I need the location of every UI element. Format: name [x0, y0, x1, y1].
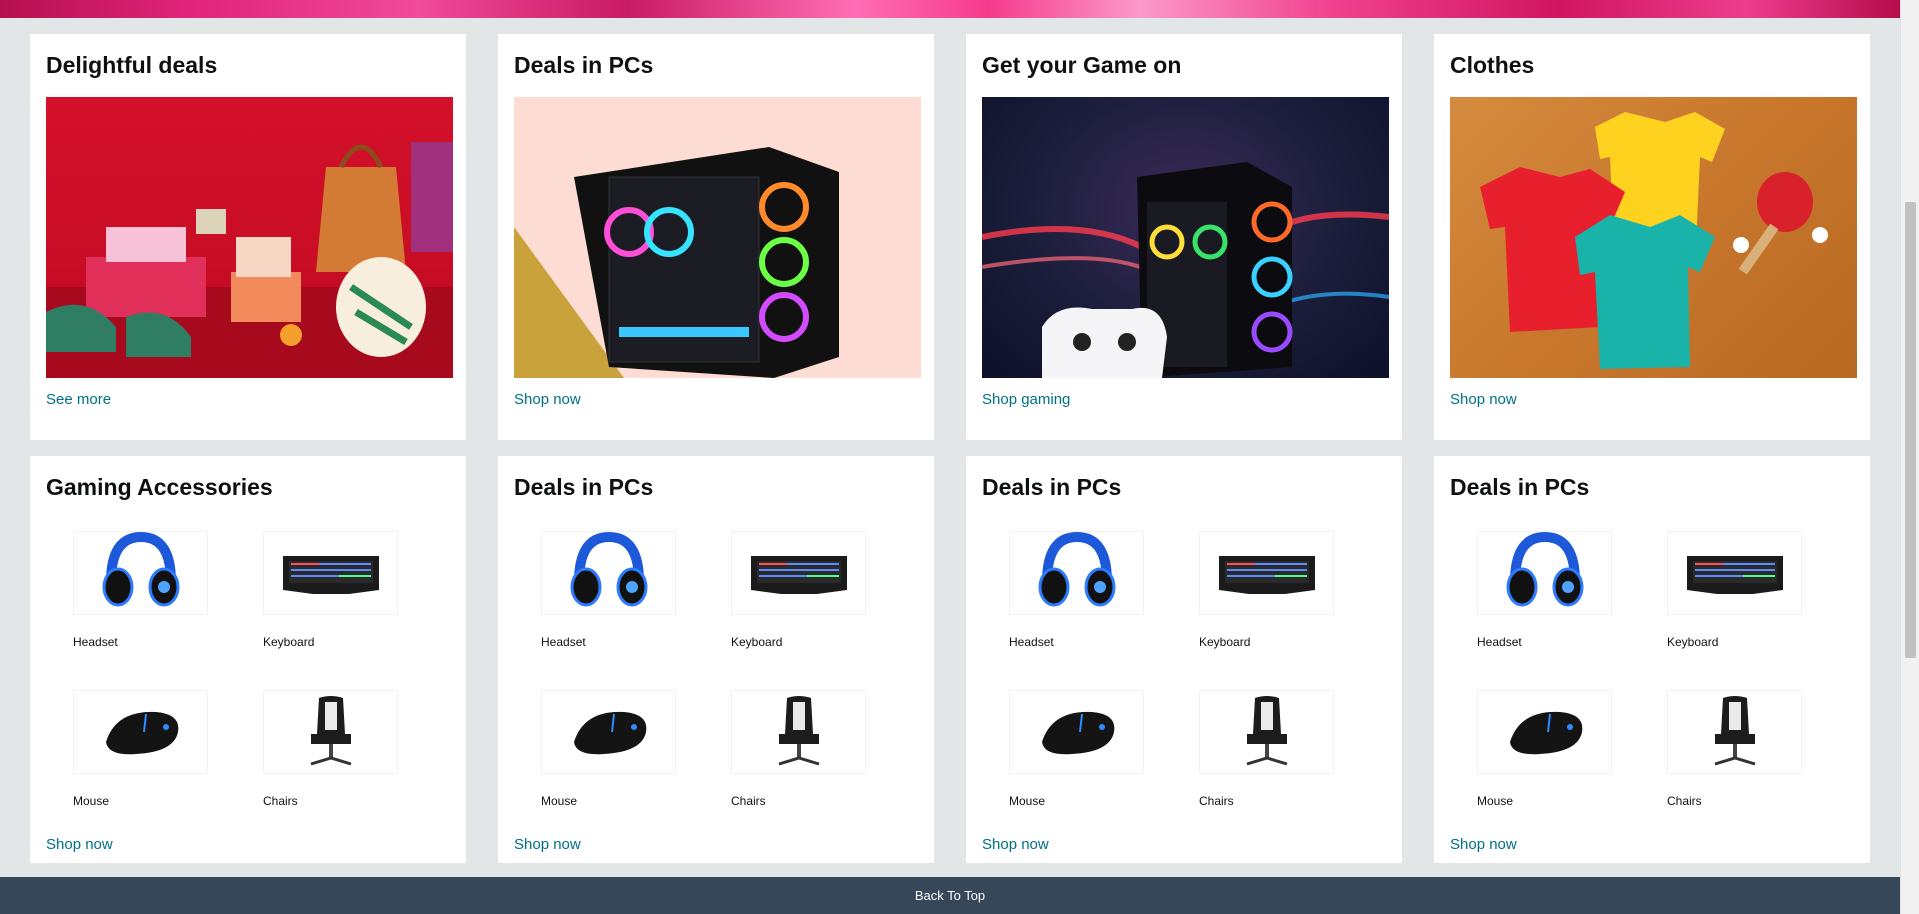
tile-mouse[interactable]: Mouse — [1450, 690, 1640, 808]
keyboard-icon[interactable] — [731, 531, 866, 615]
tile-headset[interactable]: Headset — [514, 531, 704, 649]
tile-label: Chairs — [1199, 794, 1234, 808]
tile-headset[interactable]: Headset — [982, 531, 1172, 649]
shop-gaming-link[interactable]: Shop gaming — [982, 391, 1070, 408]
tile-keyboard[interactable]: Keyboard — [1172, 531, 1362, 649]
tile-label: Mouse — [1009, 794, 1046, 808]
tile-keyboard[interactable]: Keyboard — [236, 531, 426, 649]
back-to-top-button[interactable]: Back To Top — [0, 877, 1900, 914]
card-deals-in-pcs-2: Deals in PCs Headset Keyboard Mouse Chai… — [498, 456, 934, 863]
gaming-chair-icon[interactable] — [1667, 690, 1802, 774]
card-title: Deals in PCs — [514, 474, 654, 500]
card-title: Clothes — [1450, 52, 1535, 78]
mouse-icon[interactable] — [1009, 690, 1144, 774]
card-title: Delightful deals — [46, 52, 218, 78]
tile-mouse[interactable]: Mouse — [514, 690, 704, 808]
shop-now-link[interactable]: Shop now — [1450, 391, 1517, 408]
card-title: Deals in PCs — [1450, 474, 1590, 500]
tile-chairs[interactable]: Chairs — [236, 690, 426, 808]
headset-icon[interactable] — [541, 531, 676, 615]
gift-products-image[interactable] — [46, 96, 453, 378]
tile-chairs[interactable]: Chairs — [1172, 690, 1362, 808]
tile-label: Headset — [73, 635, 118, 649]
tile-label: Keyboard — [1199, 635, 1251, 649]
mouse-icon[interactable] — [1477, 690, 1612, 774]
tile-label: Headset — [1009, 635, 1054, 649]
card-title: Deals in PCs — [514, 52, 654, 78]
gaming-chair-icon[interactable] — [1199, 690, 1334, 774]
tile-label: Chairs — [1667, 794, 1702, 808]
mouse-icon[interactable] — [73, 690, 208, 774]
tile-label: Chairs — [731, 794, 766, 808]
tile-chairs[interactable]: Chairs — [1640, 690, 1830, 808]
headset-icon[interactable] — [1009, 531, 1144, 615]
keyboard-icon[interactable] — [1199, 531, 1334, 615]
mouse-icon[interactable] — [541, 690, 676, 774]
card-clothes: Clothes Shop now — [1434, 34, 1870, 440]
hero-banner-strip[interactable] — [0, 0, 1900, 18]
card-gaming-accessories: Gaming Accessories Headset Keyboard Mous… — [30, 456, 466, 863]
tile-label: Mouse — [1477, 794, 1514, 808]
shop-now-link[interactable]: Shop now — [1450, 836, 1517, 853]
gaming-chair-icon[interactable] — [731, 690, 866, 774]
tile-label: Keyboard — [263, 635, 315, 649]
card-deals-in-pcs-4: Deals in PCs Headset Keyboard Mouse Chai… — [1434, 456, 1870, 863]
card-get-your-game-on: Get your Game on Shop gaming — [966, 34, 1402, 440]
tile-keyboard[interactable]: Keyboard — [704, 531, 894, 649]
card-title: Deals in PCs — [982, 474, 1122, 500]
tshirts-image[interactable] — [1450, 96, 1857, 378]
headset-icon[interactable] — [73, 531, 208, 615]
shop-now-link[interactable]: Shop now — [514, 836, 581, 853]
tile-chairs[interactable]: Chairs — [704, 690, 894, 808]
keyboard-icon[interactable] — [1667, 531, 1802, 615]
card-deals-in-pcs: Deals in PCs Shop now — [498, 34, 934, 440]
card-deals-in-pcs-3: Deals in PCs Headset Keyboard Mouse Chai… — [966, 456, 1402, 863]
tile-mouse[interactable]: Mouse — [46, 690, 236, 808]
shop-now-link[interactable]: Shop now — [982, 836, 1049, 853]
shop-now-link[interactable]: Shop now — [46, 836, 113, 853]
tile-headset[interactable]: Headset — [46, 531, 236, 649]
tile-label: Headset — [1477, 635, 1522, 649]
scrollbar-thumb[interactable] — [1905, 202, 1916, 658]
shop-now-link[interactable]: Shop now — [514, 391, 581, 408]
gaming-pc-image[interactable] — [982, 96, 1389, 378]
tile-keyboard[interactable]: Keyboard — [1640, 531, 1830, 649]
tile-label: Keyboard — [731, 635, 783, 649]
tile-label: Mouse — [541, 794, 578, 808]
headset-icon[interactable] — [1477, 531, 1612, 615]
tile-headset[interactable]: Headset — [1450, 531, 1640, 649]
card-delightful-deals: Delightful deals See more — [30, 34, 466, 440]
tile-mouse[interactable]: Mouse — [982, 690, 1172, 808]
tile-label: Mouse — [73, 794, 110, 808]
see-more-link[interactable]: See more — [46, 391, 111, 408]
tile-label: Headset — [541, 635, 586, 649]
tile-label: Chairs — [263, 794, 298, 808]
keyboard-icon[interactable] — [263, 531, 398, 615]
gaming-chair-icon[interactable] — [263, 690, 398, 774]
vertical-scrollbar[interactable] — [1900, 0, 1919, 914]
card-title: Get your Game on — [982, 52, 1182, 78]
pc-case-image[interactable] — [514, 96, 921, 378]
tile-label: Keyboard — [1667, 635, 1719, 649]
card-title: Gaming Accessories — [46, 474, 273, 500]
